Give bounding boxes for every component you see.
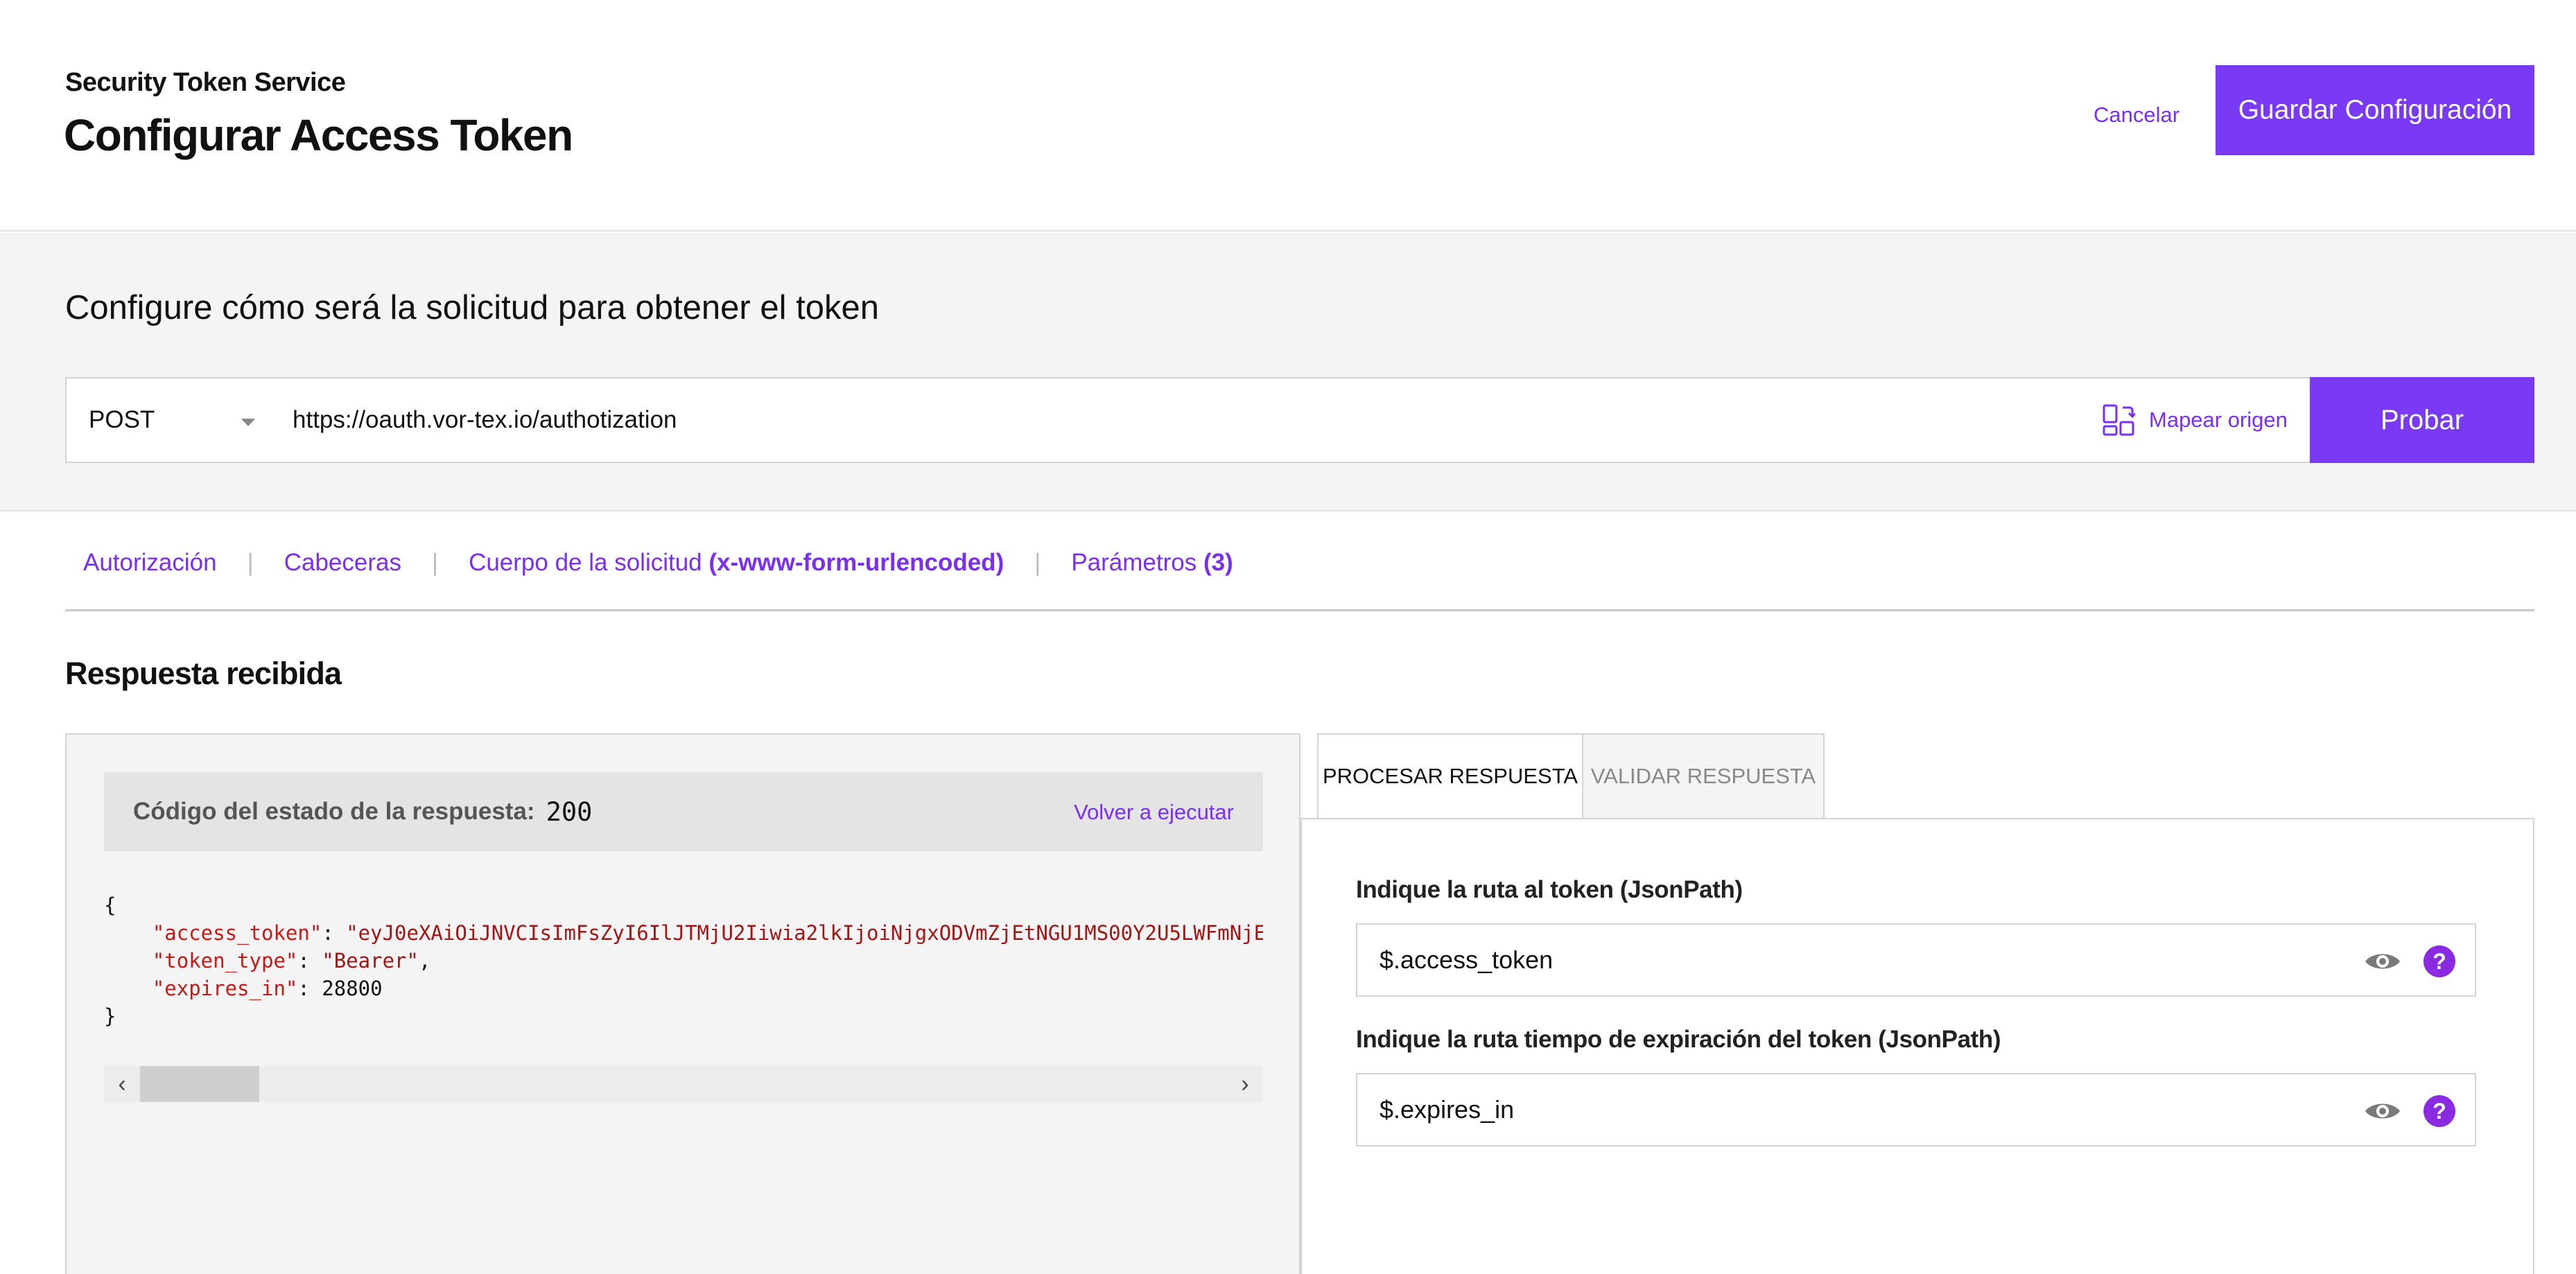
token-path-value: $.access_token (1380, 945, 1554, 974)
response-section-title: Respuesta recibida (65, 656, 342, 691)
rerun-button[interactable]: Volver a ejecutar (1074, 800, 1234, 825)
json-value: "Bearer" (322, 949, 419, 972)
tab-separator: | (247, 549, 254, 576)
expiry-path-label: Indique la ruta tiempo de expiración del… (1356, 1026, 2001, 1053)
tab-parameters[interactable]: Parámetros (3) (1071, 543, 1233, 577)
eye-icon[interactable] (2364, 950, 2401, 973)
tab-separator: | (431, 549, 439, 576)
json-key: "token_type" (152, 949, 298, 972)
json-value: "eyJ0eXAiOiJNVCIsImFsZyI6IlJTMjU2Iiwia2l… (346, 921, 1263, 945)
expiry-path-value: $.expires_in (1380, 1095, 1515, 1124)
map-origin-label: Mapear origen (2149, 408, 2288, 432)
json-key: "expires_in" (152, 977, 298, 1000)
chevron-left-icon[interactable]: ‹ (104, 1066, 140, 1102)
request-config-section: Configure cómo será la solicitud para ob… (0, 233, 2576, 512)
expiry-path-input[interactable]: $.expires_in ? (1356, 1073, 2476, 1146)
processing-tabs: PROCESAR RESPUESTA VALIDAR RESPUESTA (1317, 733, 1825, 819)
field-icons: ? (2364, 1095, 2455, 1127)
http-method-select[interactable]: POST (65, 377, 270, 463)
chevron-right-icon[interactable]: › (1227, 1066, 1263, 1102)
json-close-brace: } (104, 1004, 116, 1028)
app-subtitle: Security Token Service (65, 68, 346, 97)
map-origin-button[interactable]: Mapear origen (2102, 377, 2288, 463)
tab-authorization[interactable]: Autorización (83, 543, 217, 577)
processing-panel: Indique la ruta al token (JsonPath) $.ac… (1300, 818, 2534, 1274)
tab-validate-response[interactable]: VALIDAR RESPUESTA (1583, 733, 1825, 819)
request-config-heading: Configure cómo será la solicitud para ob… (65, 289, 879, 326)
status-bar: Código del estado de la respuesta: 200 V… (104, 772, 1263, 851)
response-panel: Código del estado de la respuesta: 200 V… (65, 733, 1300, 1274)
json-open-brace: { (104, 893, 116, 917)
page-title: Configurar Access Token (64, 110, 573, 160)
field-icons: ? (2364, 945, 2455, 977)
response-json: { "access_token": "eyJ0eXAiOiJNVCIsImFsZ… (104, 891, 1263, 1058)
tab-parameters-label: Parámetros (1071, 549, 1197, 576)
eye-icon[interactable] (2364, 1099, 2401, 1123)
status-label: Código del estado de la respuesta: (133, 798, 535, 825)
map-origin-icon (2103, 404, 2135, 436)
tab-parameters-count: (3) (1203, 549, 1233, 576)
tab-process-response[interactable]: PROCESAR RESPUESTA (1317, 733, 1583, 819)
tab-headers[interactable]: Cabeceras (284, 543, 401, 577)
scrollbar-thumb[interactable] (140, 1066, 259, 1102)
tab-body-type: (x-www-form-urlencoded) (708, 549, 1004, 576)
help-icon[interactable]: ? (2423, 1095, 2455, 1127)
request-tabs: Autorización | Cabeceras | Cuerpo de la … (65, 543, 2534, 611)
token-path-input[interactable]: $.access_token ? (1356, 923, 2476, 997)
horizontal-scrollbar[interactable]: ‹ › (104, 1066, 1263, 1102)
page-header: Security Token Service Configurar Access… (0, 0, 2576, 232)
http-method-value: POST (89, 406, 155, 433)
test-request-button[interactable]: Probar (2310, 377, 2534, 463)
request-row: POST https://oauth.vor-tex.io/authotizat… (65, 377, 2534, 463)
help-icon[interactable]: ? (2423, 945, 2455, 977)
cancel-button[interactable]: Cancelar (2094, 103, 2179, 128)
caret-down-icon (241, 419, 255, 426)
tab-body[interactable]: Cuerpo de la solicitud (x-www-form-urlen… (469, 543, 1004, 577)
tab-body-label: Cuerpo de la solicitud (469, 549, 702, 576)
tab-separator: | (1034, 549, 1041, 576)
url-input[interactable]: https://oauth.vor-tex.io/authotization (269, 377, 2311, 463)
json-key: "access_token" (152, 921, 322, 945)
status-code: 200 (546, 796, 593, 827)
json-value: 28800 (322, 977, 383, 1000)
save-configuration-button[interactable]: Guardar Configuración (2216, 65, 2534, 155)
url-value: https://oauth.vor-tex.io/authotization (293, 406, 677, 433)
token-path-label: Indique la ruta al token (JsonPath) (1356, 876, 1743, 903)
